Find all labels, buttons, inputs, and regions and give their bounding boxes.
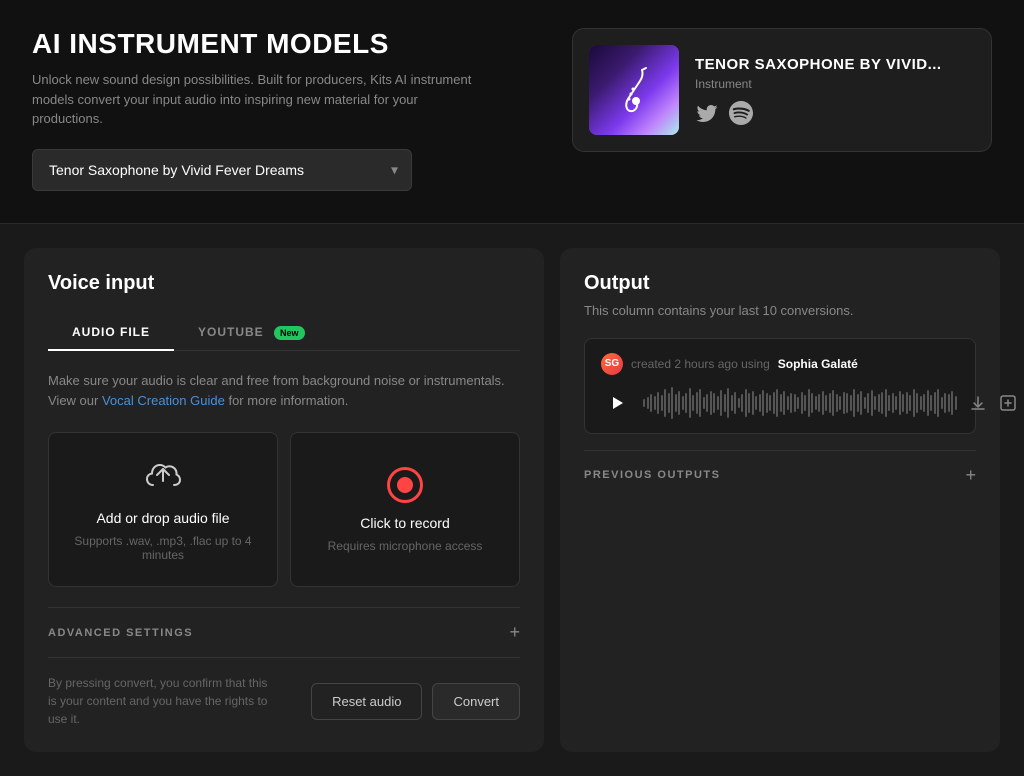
reset-audio-button[interactable]: Reset audio xyxy=(311,683,422,720)
output-subtitle: This column contains your last 10 conver… xyxy=(584,303,976,318)
instrument-card: TENOR SAXOPHONE BY VIVID... Instrument xyxy=(572,28,992,152)
record-box[interactable]: Click to record Requires microphone acce… xyxy=(290,432,520,587)
top-section: AI INSTRUMENT MODELS Unlock new sound de… xyxy=(0,0,1024,224)
spotify-icon[interactable] xyxy=(729,101,753,125)
tab-youtube[interactable]: YOUTUBE New xyxy=(174,315,329,351)
page-title: AI INSTRUMENT MODELS xyxy=(32,28,532,60)
waveform xyxy=(643,387,957,419)
bottom-section: Voice input AUDIO FILE YOUTUBE New Make … xyxy=(0,224,1024,776)
top-left: AI INSTRUMENT MODELS Unlock new sound de… xyxy=(32,28,532,191)
upload-file-box[interactable]: Add or drop audio file Supports .wav, .m… xyxy=(48,432,278,587)
new-badge: New xyxy=(274,326,305,340)
voice-input-title: Voice input xyxy=(48,272,520,295)
waveform-actions xyxy=(967,392,1024,414)
instrument-thumbnail xyxy=(589,45,679,135)
upload-title: Add or drop audio file xyxy=(96,510,229,526)
play-button[interactable] xyxy=(601,387,633,419)
previous-outputs-label: PREVIOUS OUTPUTS xyxy=(584,469,720,481)
saxophone-icon xyxy=(614,65,654,115)
conversion-meta: SG created 2 hours ago using Sophia Gala… xyxy=(601,353,959,375)
tabs: AUDIO FILE YOUTUBE New xyxy=(48,315,520,351)
bottom-bar: By pressing convert, you confirm that th… xyxy=(48,674,520,728)
advanced-settings-label: ADVANCED SETTINGS xyxy=(48,627,193,639)
add-to-library-icon[interactable] xyxy=(997,392,1019,414)
confirm-text: By pressing convert, you confirm that th… xyxy=(48,674,268,728)
record-icon xyxy=(387,467,423,503)
instrument-type: Instrument xyxy=(695,77,975,91)
twitter-icon[interactable] xyxy=(695,101,719,125)
info-text: Make sure your audio is clear and free f… xyxy=(48,371,520,413)
record-subtitle: Requires microphone access xyxy=(328,539,483,553)
conversion-item: SG created 2 hours ago using Sophia Gala… xyxy=(584,338,976,434)
upload-icon xyxy=(145,457,181,498)
instrument-select[interactable]: Tenor Saxophone by Vivid Fever Dreams Pi… xyxy=(32,149,412,191)
instrument-name: TENOR SAXOPHONE BY VIVID... xyxy=(695,56,975,73)
previous-outputs-toggle[interactable]: PREVIOUS OUTPUTS + xyxy=(584,450,976,500)
conversion-time: created 2 hours ago using xyxy=(631,357,770,371)
conversion-user: Sophia Galaté xyxy=(778,357,858,371)
upload-subtitle: Supports .wav, .mp3, .flac up to 4 minut… xyxy=(65,534,261,562)
vocal-creation-guide-link[interactable]: Vocal Creation Guide xyxy=(102,393,225,408)
download-icon[interactable] xyxy=(967,392,989,414)
upload-area: Add or drop audio file Supports .wav, .m… xyxy=(48,432,520,587)
instrument-socials xyxy=(695,101,975,125)
convert-button[interactable]: Convert xyxy=(432,683,520,720)
plus-icon: + xyxy=(509,622,520,643)
voice-input-panel: Voice input AUDIO FILE YOUTUBE New Make … xyxy=(24,248,544,753)
output-title: Output xyxy=(584,272,976,295)
record-title: Click to record xyxy=(360,515,449,531)
output-panel: Output This column contains your last 10… xyxy=(560,248,1000,753)
avatar: SG xyxy=(601,353,623,375)
plus-icon-outputs: + xyxy=(965,465,976,486)
action-buttons: Reset audio Convert xyxy=(311,683,520,720)
instrument-info: TENOR SAXOPHONE BY VIVID... Instrument xyxy=(695,56,975,125)
instrument-selector-wrapper[interactable]: Tenor Saxophone by Vivid Fever Dreams Pi… xyxy=(32,149,412,191)
record-dot-inner xyxy=(397,477,413,493)
waveform-player xyxy=(601,387,959,419)
tab-audio-file[interactable]: AUDIO FILE xyxy=(48,315,174,351)
advanced-settings-toggle[interactable]: ADVANCED SETTINGS + xyxy=(48,607,520,658)
page-subtitle: Unlock new sound design possibilities. B… xyxy=(32,70,492,129)
